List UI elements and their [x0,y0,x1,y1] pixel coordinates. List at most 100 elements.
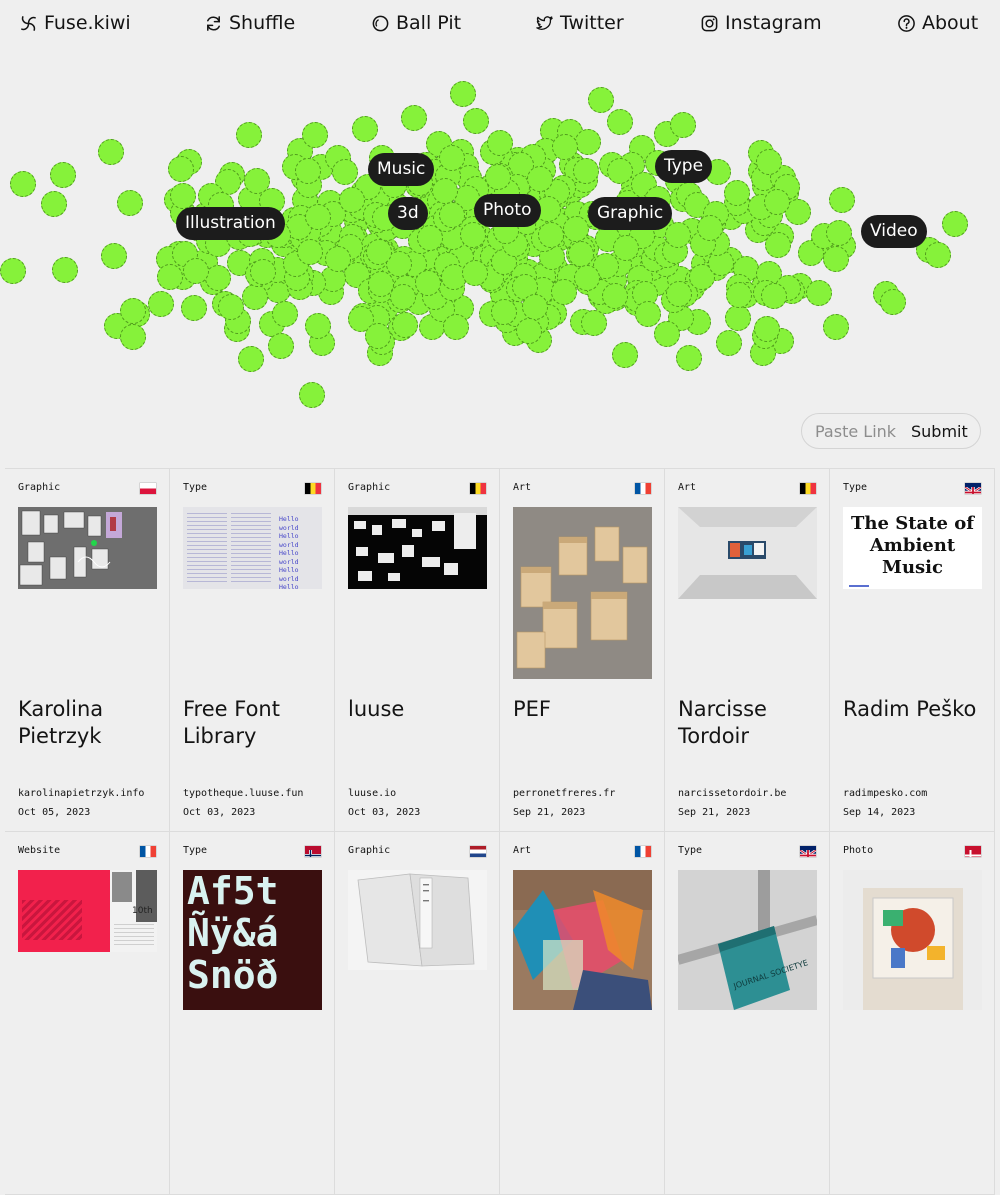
ball[interactable] [297,239,323,265]
ball[interactable] [101,243,127,269]
ball[interactable] [392,312,418,338]
instagram-link[interactable]: Instagram [700,12,822,34]
card-url[interactable]: perronetfreres.fr [513,788,615,799]
card-url[interactable]: radimpesko.com [843,788,927,799]
ball[interactable] [756,149,782,175]
ball[interactable] [244,168,270,194]
category-pill-video[interactable]: Video [861,215,927,248]
ball[interactable] [157,264,183,290]
ball[interactable] [538,222,564,248]
ball[interactable] [485,164,511,190]
ball[interactable] [670,112,696,138]
ball[interactable] [823,314,849,340]
ball[interactable] [325,246,351,272]
ball[interactable] [764,189,790,215]
category-pill-3d[interactable]: 3d [388,197,428,230]
ball[interactable] [568,241,594,267]
ball[interactable] [551,279,577,305]
link-card[interactable]: Graphic [335,832,500,1195]
ball[interactable] [552,134,578,160]
link-card[interactable]: Type The State of Ambient Music Radim Pe… [830,469,995,832]
ball[interactable] [305,204,331,230]
link-card[interactable]: Graphic Karolina Pietrzyk karolinapietrz… [5,469,170,832]
card-url[interactable]: narcissetordoir.be [678,788,786,799]
ball[interactable] [50,162,76,188]
ball[interactable] [368,271,394,297]
ball[interactable] [942,211,968,237]
ball[interactable] [352,116,378,142]
card-url[interactable]: luuse.io [348,788,396,799]
link-card[interactable]: Art Narcisse Tordoir narcissetordoir.be … [665,469,830,832]
ball[interactable] [295,158,321,184]
ball[interactable] [724,180,750,206]
ball[interactable] [574,265,600,291]
ball-pit-link[interactable]: Ball Pit [371,12,461,34]
ball[interactable] [366,239,392,265]
link-card[interactable]: Photo [830,832,995,1195]
ball[interactable] [806,280,832,306]
ball[interactable] [826,220,852,246]
ball[interactable] [10,171,36,197]
ball[interactable] [299,382,325,408]
ball[interactable] [829,187,855,213]
ball[interactable] [417,225,443,251]
ball[interactable] [725,305,751,331]
ball[interactable] [272,301,298,327]
ball[interactable] [602,283,628,309]
ball[interactable] [432,178,458,204]
ball[interactable] [218,294,244,320]
ball[interactable] [242,284,268,310]
category-pill-type[interactable]: Type [655,150,713,183]
ball[interactable] [52,257,78,283]
ball[interactable] [41,191,67,217]
ball[interactable] [302,122,328,148]
ball[interactable] [516,318,542,344]
ball[interactable] [401,105,427,131]
ball[interactable] [716,330,742,356]
ball[interactable] [98,139,124,165]
ball[interactable] [120,298,146,324]
ball[interactable] [607,158,633,184]
ball[interactable] [823,246,849,272]
ball[interactable] [450,81,476,107]
ball[interactable] [181,295,207,321]
ball[interactable] [460,222,486,248]
ball[interactable] [491,299,517,325]
link-card[interactable]: Graphic luuse luuse.io Oct 03, 2023 [335,469,500,832]
logo-link[interactable]: Fuse.kiwi [19,12,131,34]
ball[interactable] [168,156,194,182]
shuffle-link[interactable]: Shuffle [204,12,295,34]
ball[interactable] [183,258,209,284]
ball[interactable] [581,310,607,336]
ball[interactable] [607,109,633,135]
link-card[interactable]: Art [500,832,665,1195]
link-card[interactable]: Art PEF perronetfreres.fr Sep 21, 2023 [500,469,665,832]
ball[interactable] [635,301,661,327]
submit-button[interactable]: Submit [907,422,968,441]
ball[interactable] [463,108,489,134]
link-card[interactable]: Website 10th [5,832,170,1195]
ball[interactable] [575,129,601,155]
ball[interactable] [765,232,791,258]
ball[interactable] [439,145,465,171]
ball[interactable] [761,283,787,309]
ball[interactable] [880,289,906,315]
ball[interactable] [339,187,365,213]
category-pill-illustration[interactable]: Illustration [176,207,285,240]
ball[interactable] [148,291,174,317]
card-url[interactable]: karolinapietrzyk.info [18,788,144,799]
ball[interactable] [676,345,702,371]
ball[interactable] [332,159,358,185]
ball[interactable] [443,314,469,340]
ball[interactable] [563,216,589,242]
ball[interactable] [754,316,780,342]
ball[interactable] [305,313,331,339]
ball[interactable] [236,122,262,148]
ball[interactable] [925,242,951,268]
ball[interactable] [612,342,638,368]
ball[interactable] [588,87,614,113]
ball[interactable] [390,284,416,310]
ball[interactable] [726,282,752,308]
ball[interactable] [238,346,264,372]
ball[interactable] [0,258,26,284]
